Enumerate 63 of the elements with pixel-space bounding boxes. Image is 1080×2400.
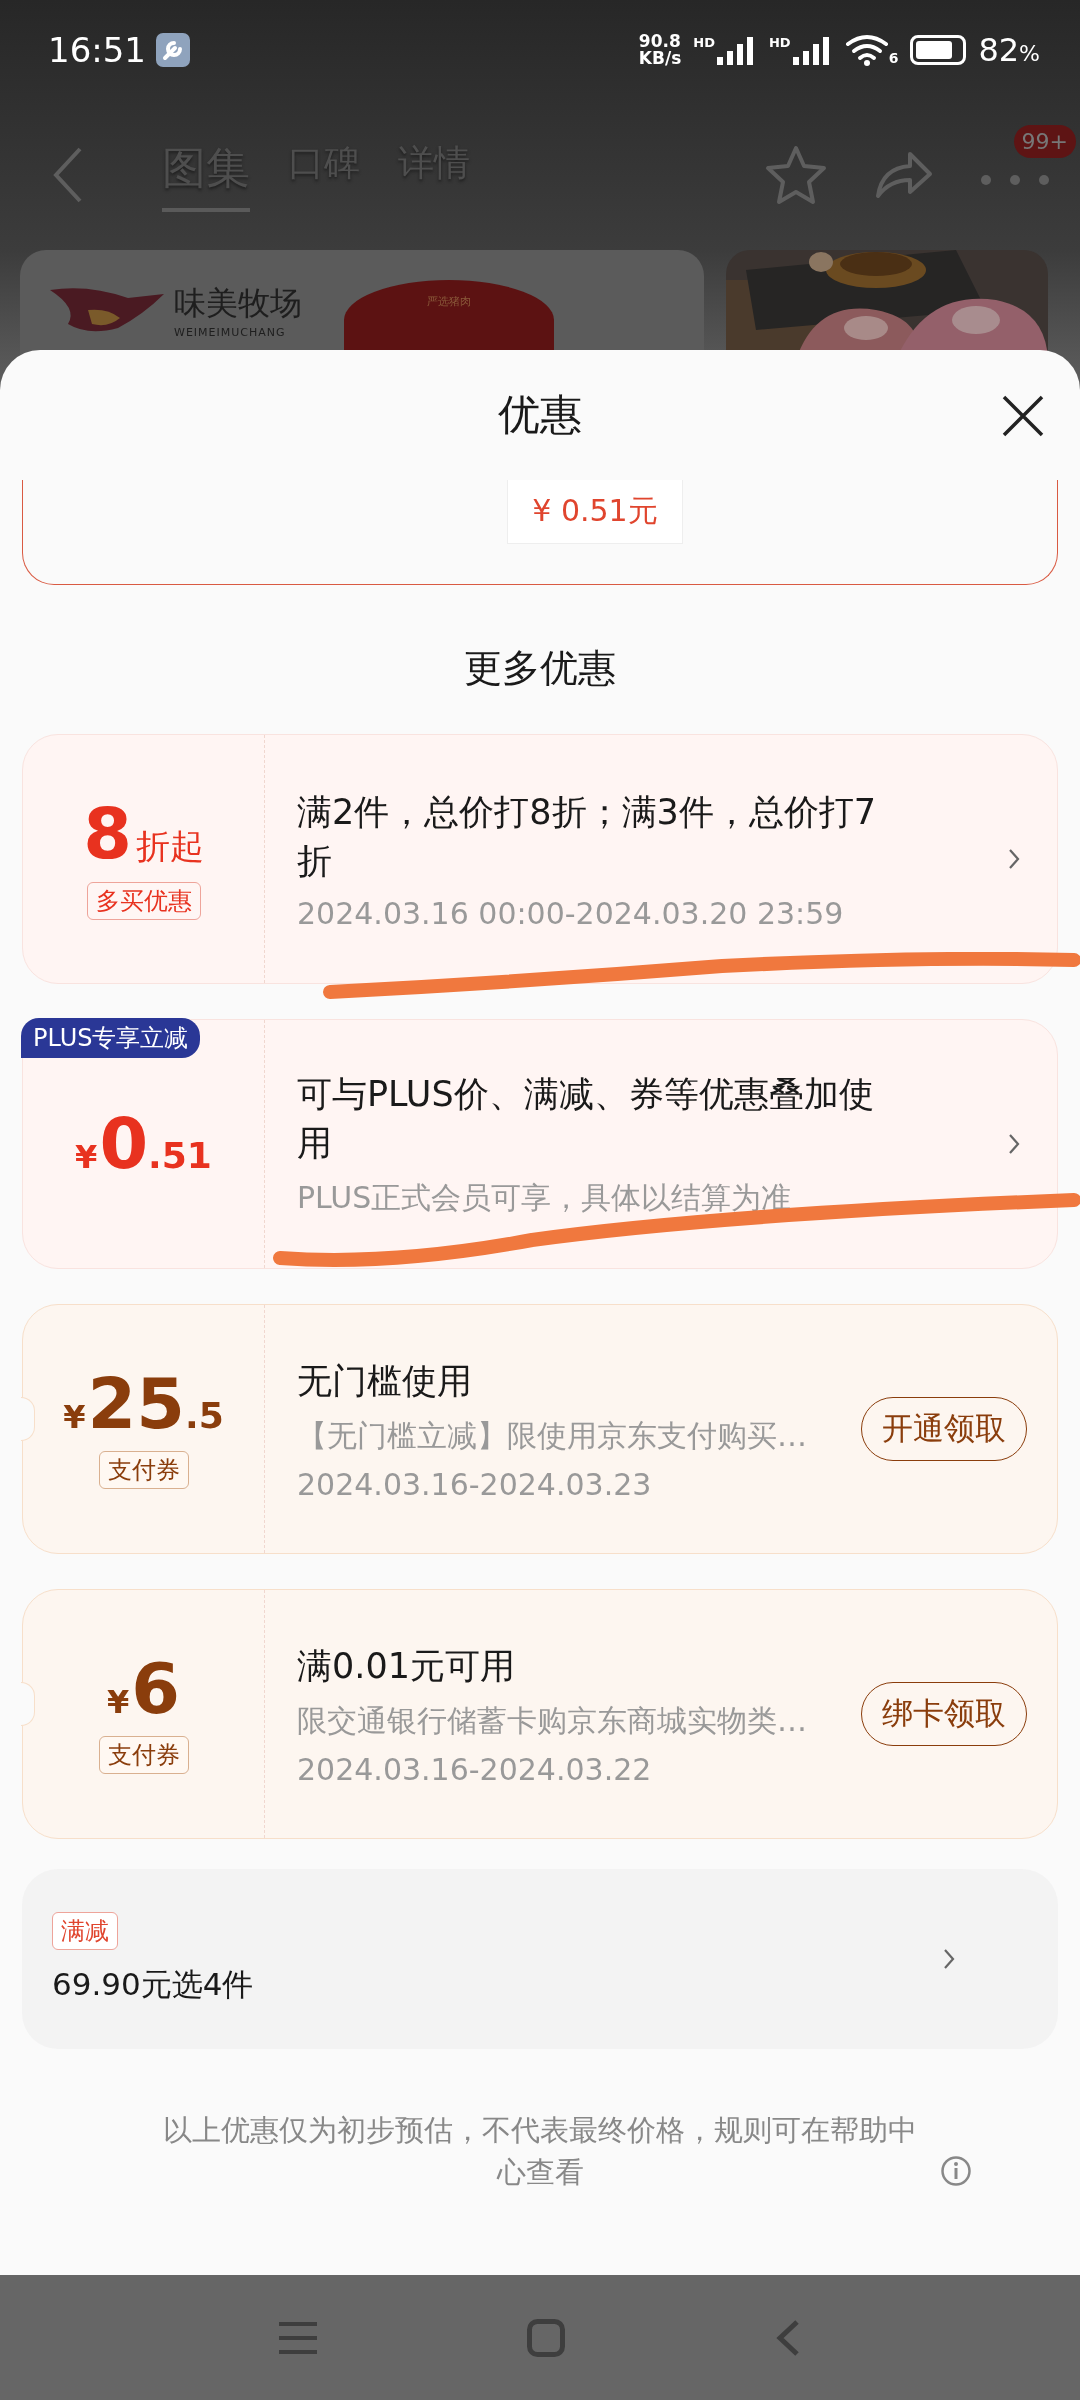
coupon-card[interactable]: ¥25.5 支付券 无门槛使用 【无门槛立减】限使用京东支付购买… 2024.03.16-2024.03.23 开通领取 — [22, 1304, 1058, 1554]
chevron-right-icon — [942, 1947, 956, 1971]
coupon-notch — [21, 1682, 35, 1726]
amount-box: ¥ 0.51元 — [507, 480, 683, 544]
offer-tag: 支付券 — [98, 1451, 189, 1489]
coupon-notch — [21, 1397, 35, 1441]
offer-card[interactable]: ¥0.51 PLUS专享立减 可与PLUS价、满减、券等优惠叠加使用 PLUS正式会员可享，具体以结算为准 — [22, 1019, 1058, 1269]
percent-sign: % — [1019, 41, 1040, 66]
validity-period: 2024.03.16-2024.03.22 — [297, 1751, 653, 1787]
emblem-text: 严选猪肉 — [427, 294, 471, 310]
section-title: 更多优惠 — [463, 645, 617, 692]
battery-icon — [910, 35, 967, 65]
coupon-card[interactable]: ¥6 支付券 满0.01元可用 限交通银行储蓄卡购京东商城实物类… 2024.03.16-2024.03.22 绑卡领取 — [22, 1589, 1058, 1839]
battery-percent: 82 — [978, 31, 1020, 69]
offer-title: 可与PLUS价、满减、券等优惠叠加使用 — [297, 1072, 875, 1165]
back-icon[interactable] — [775, 2318, 801, 2357]
wifi-icon — [844, 34, 889, 66]
offer-description: 限交通银行储蓄卡购京东商城实物类… — [297, 1701, 808, 1740]
offer-title: 无门槛使用 — [297, 1359, 473, 1403]
amount-value: 0 — [99, 1109, 149, 1179]
offer-title: 满2件，总价打8折；满3件，总价打7折 — [297, 790, 878, 883]
offer-note: PLUS正式会员可享，具体以结算为准 — [297, 1178, 793, 1217]
discount-unit: 折起 — [135, 824, 204, 868]
amount-value: 25 — [87, 1369, 185, 1439]
close-icon[interactable] — [1001, 394, 1045, 438]
brand-name: 味美牧场 — [174, 282, 302, 324]
plus-badge: PLUS专享立减 — [21, 1018, 201, 1058]
offer-tag: 支付券 — [98, 1736, 189, 1774]
share-icon[interactable] — [874, 150, 934, 200]
discount-value: 8 — [83, 798, 132, 869]
network-type: HD — [693, 35, 715, 50]
clock: 16:51 — [48, 30, 146, 70]
promo-tag: 满减 — [52, 1912, 118, 1950]
home-icon[interactable] — [527, 2318, 565, 2357]
brand-subtitle: WEIMEIMUCHANG — [174, 325, 287, 339]
validity-period: 2024.03.16 00:00-2024.03.20 23:59 — [297, 895, 845, 931]
amount-decimal: .51 — [148, 1135, 212, 1176]
chevron-right-icon — [1007, 847, 1021, 871]
sheet-title: 优惠 — [498, 389, 582, 441]
currency-sign: ¥ — [107, 1683, 130, 1721]
network-type: HD — [768, 35, 791, 50]
more-icon[interactable] — [980, 173, 1050, 186]
wifi-band-label: 6 — [888, 50, 899, 66]
promo-text: 69.90元选4件 — [52, 1965, 254, 2004]
amount-value: 6 — [131, 1654, 180, 1724]
menu-icon[interactable] — [279, 2321, 317, 2354]
currency-sign: ¥ — [63, 1398, 86, 1436]
network-speed: 90.8 — [638, 33, 682, 50]
wrench-icon — [156, 33, 190, 67]
offer-tag: 多买优惠 — [86, 881, 201, 920]
offer-title: 满0.01元可用 — [297, 1644, 516, 1688]
validity-period: 2024.03.16-2024.03.23 — [297, 1466, 653, 1502]
count-badge: 99+ — [1013, 124, 1076, 158]
offer-description: 【无门槛立减】限使用京东支付购买… — [297, 1416, 808, 1455]
chevron-right-icon — [1007, 1132, 1021, 1156]
amount-decimal: .5 — [184, 1395, 224, 1436]
star-icon[interactable] — [764, 144, 828, 206]
offer-card[interactable]: 8 折起 多买优惠 满2件，总价打8折；满3件，总价打7折 2024.03.16 00:00-2024.03.20 23:59 — [22, 734, 1058, 984]
currency-sign: ¥ — [75, 1138, 98, 1176]
info-icon[interactable] — [940, 2155, 972, 2187]
disclaimer: 以上优惠仅为初步预估，不代表最终价格，规则可在帮助中心查看 — [162, 2112, 918, 2191]
promo-card[interactable]: 满减 69.90元选4件 — [22, 1869, 1058, 2049]
speed-unit: KB/s — [638, 50, 682, 67]
